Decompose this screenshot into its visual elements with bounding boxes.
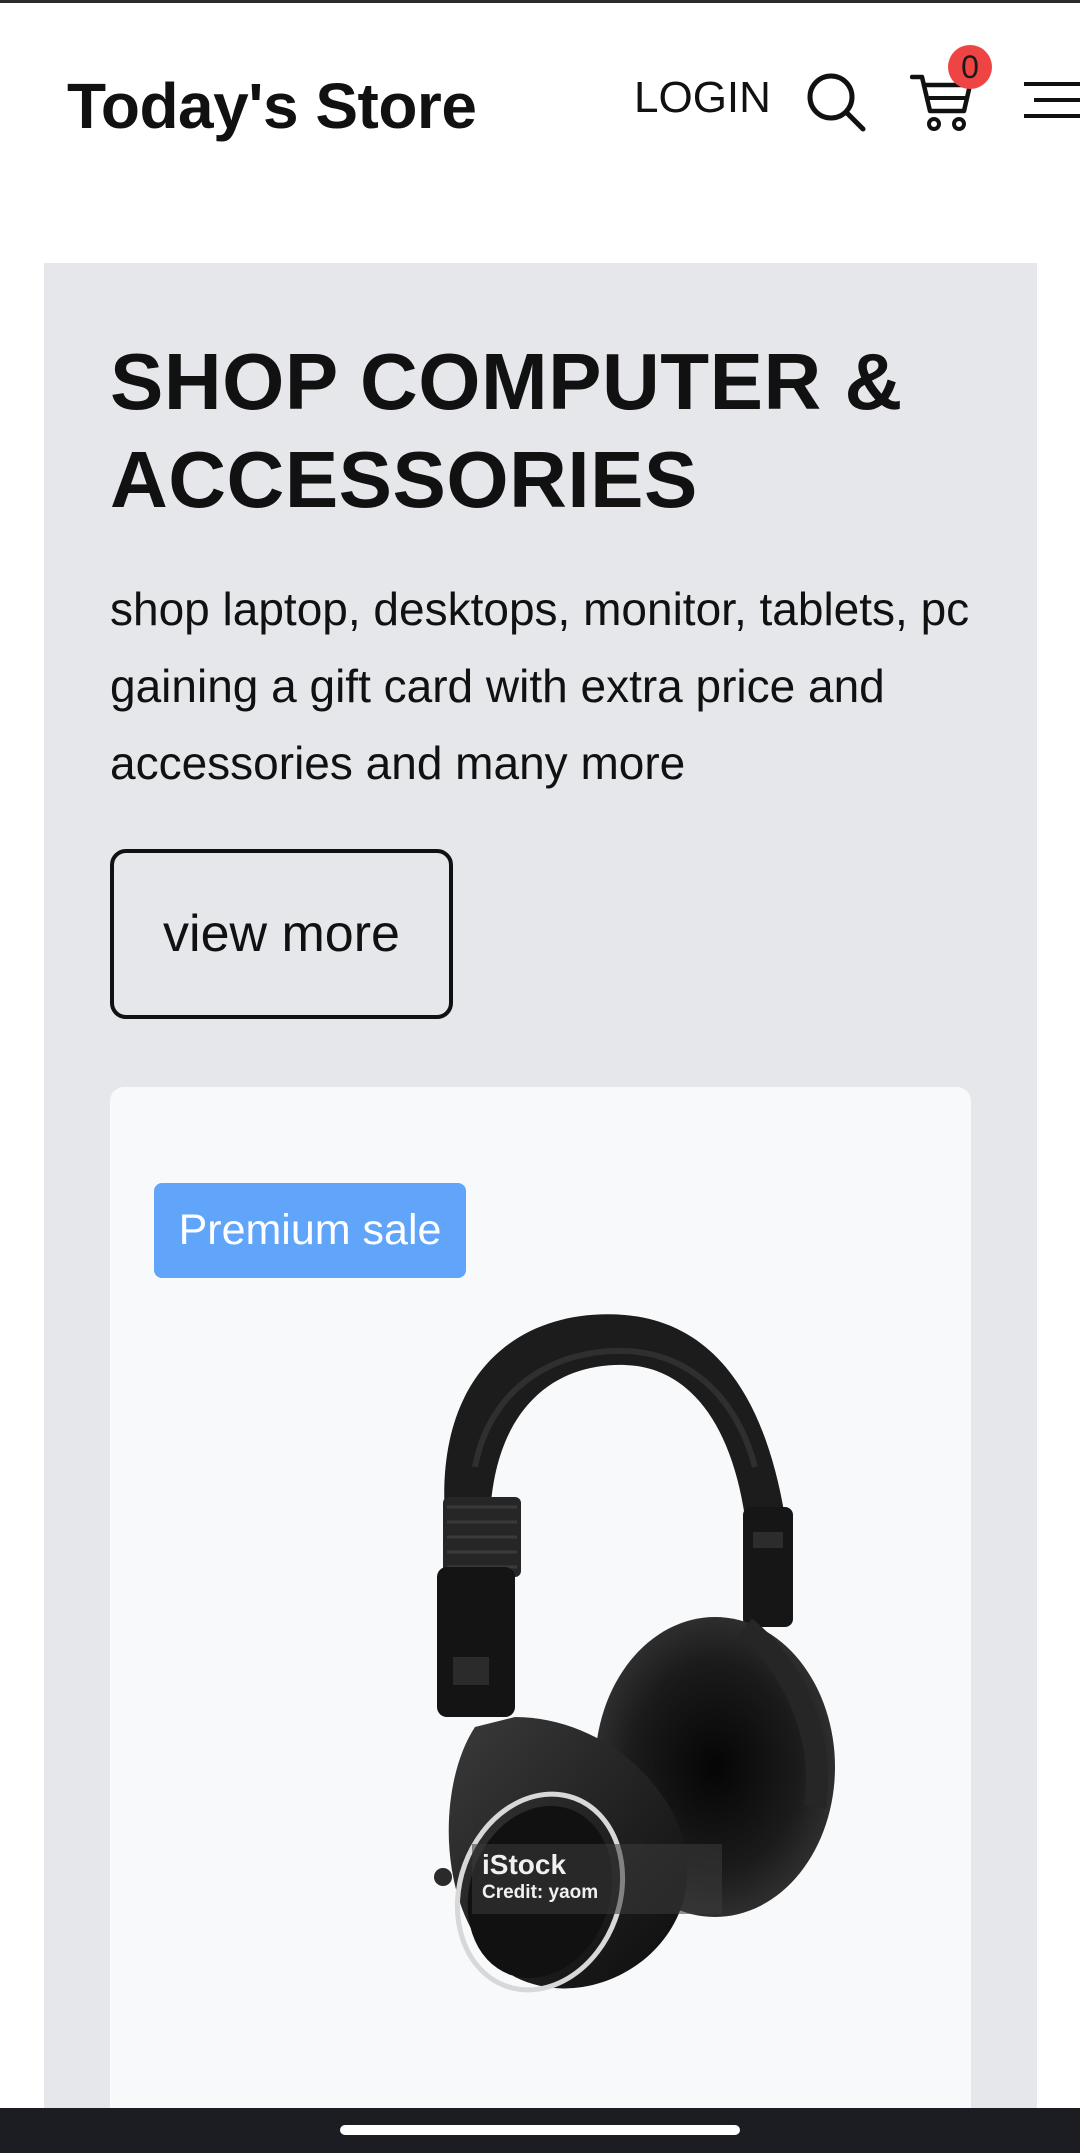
hero-title: SHOP COMPUTER & ACCESSORIES xyxy=(110,337,903,524)
header: Today's Store LOGIN 0 xyxy=(0,3,1080,213)
istock-watermark: iStock Credit: yaom xyxy=(472,1844,722,1914)
view-more-button[interactable]: view more xyxy=(110,849,453,1019)
home-indicator[interactable] xyxy=(340,2125,740,2135)
page: Today's Store LOGIN 0 SHOP COMPUTER & AC… xyxy=(0,0,1080,2153)
system-navigation-bar xyxy=(0,2108,1080,2153)
watermark-brand: iStock xyxy=(482,1849,567,1880)
hero-section: SHOP COMPUTER & ACCESSORIES shop laptop,… xyxy=(44,263,1037,2153)
brand-logo[interactable]: Today's Store xyxy=(67,69,477,143)
premium-sale-badge: Premium sale xyxy=(154,1183,466,1278)
menu-icon[interactable] xyxy=(1020,79,1080,125)
watermark-credit: Credit: yaom xyxy=(482,1882,599,1903)
login-link[interactable]: LOGIN xyxy=(634,73,771,123)
hero-description: shop laptop, desktops, monitor, tablets,… xyxy=(110,583,970,789)
search-icon[interactable] xyxy=(805,71,867,133)
cart-count-badge: 0 xyxy=(948,45,992,89)
product-card[interactable]: Premium sale iStock Credit: yaom xyxy=(110,1087,971,2153)
